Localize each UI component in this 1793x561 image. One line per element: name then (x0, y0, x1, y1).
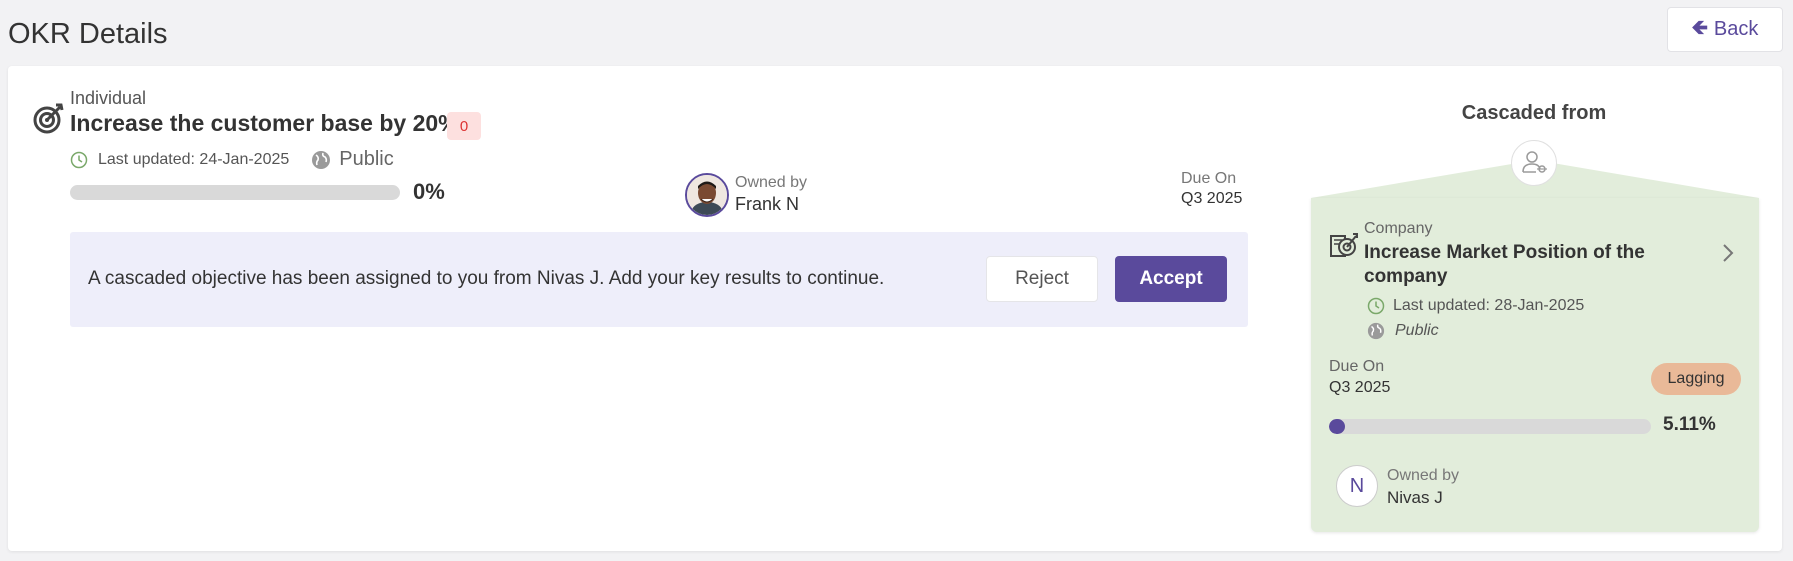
owner-label: Owned by (735, 174, 808, 191)
reject-button[interactable]: Reject (986, 256, 1098, 302)
avatar: N (1336, 465, 1378, 507)
due-on-label: Due On (1181, 170, 1237, 187)
owner-avatar (685, 173, 729, 217)
cascaded-from-heading: Cascaded from (1461, 102, 1607, 124)
back-button[interactable]: 🡸 Back (1667, 7, 1783, 52)
cascade-notice-text: A cascaded objective has been assigned t… (88, 268, 885, 289)
cascaded-title: Increase Market Position of the company (1364, 242, 1645, 287)
cascaded-progress-fill (1329, 419, 1346, 434)
cascade-source-icon (1511, 140, 1557, 186)
globe-icon (1367, 322, 1385, 340)
okr-type-label: Individual (70, 88, 147, 108)
cascade-notice: A cascaded objective has been assigned t… (70, 232, 1248, 327)
cascaded-type-label: Company (1364, 220, 1433, 237)
arrow-left-icon: 🡸 (1691, 16, 1708, 39)
person-photo-icon (687, 175, 727, 215)
target-icon (33, 103, 64, 134)
cascaded-owner-label: Owned by (1387, 467, 1460, 484)
clock-icon (1367, 297, 1385, 315)
cascaded-progress-bar (1329, 419, 1651, 434)
cascaded-owner-name: Nivas J (1387, 488, 1443, 507)
okr-progress-bar (70, 185, 400, 200)
globe-icon (312, 150, 331, 169)
cascaded-last-updated-row: Last updated: 28-Jan-2025 (1367, 297, 1584, 315)
page-title: OKR Details (8, 18, 168, 50)
okr-last-updated: Last updated: 24-Jan-2025 (98, 150, 290, 168)
cascaded-objective-card[interactable]: Company Increase Market Position of the … (1311, 198, 1759, 532)
status-badge: Lagging (1651, 363, 1741, 395)
cascaded-progress-percent: 5.11% (1663, 414, 1716, 435)
due-on-value: Q3 2025 (1181, 190, 1243, 207)
clock-icon (70, 151, 88, 168)
owner-name: Frank N (735, 194, 800, 214)
back-button-label: Back (1713, 18, 1759, 40)
okr-count-badge: 0 (447, 112, 481, 140)
cascaded-visibility: Public (1395, 322, 1439, 339)
cascaded-visibility-row: Public (1367, 322, 1439, 340)
user-cascade-icon (1522, 151, 1547, 173)
okr-meta-row: Last updated: 24-Jan-2025 Public (70, 148, 394, 171)
company-target-icon (1330, 233, 1358, 257)
accept-button[interactable]: Accept (1115, 256, 1227, 302)
cascaded-due-label: Due On (1329, 358, 1385, 375)
cascaded-due-value: Q3 2025 (1329, 379, 1391, 396)
cascaded-last-updated: Last updated: 28-Jan-2025 (1393, 297, 1585, 314)
okr-progress-percent: 0% (413, 179, 445, 204)
okr-visibility: Public (339, 148, 394, 170)
chevron-right-icon[interactable] (1721, 242, 1735, 264)
okr-title: Increase the customer base by 20%. (70, 110, 466, 136)
